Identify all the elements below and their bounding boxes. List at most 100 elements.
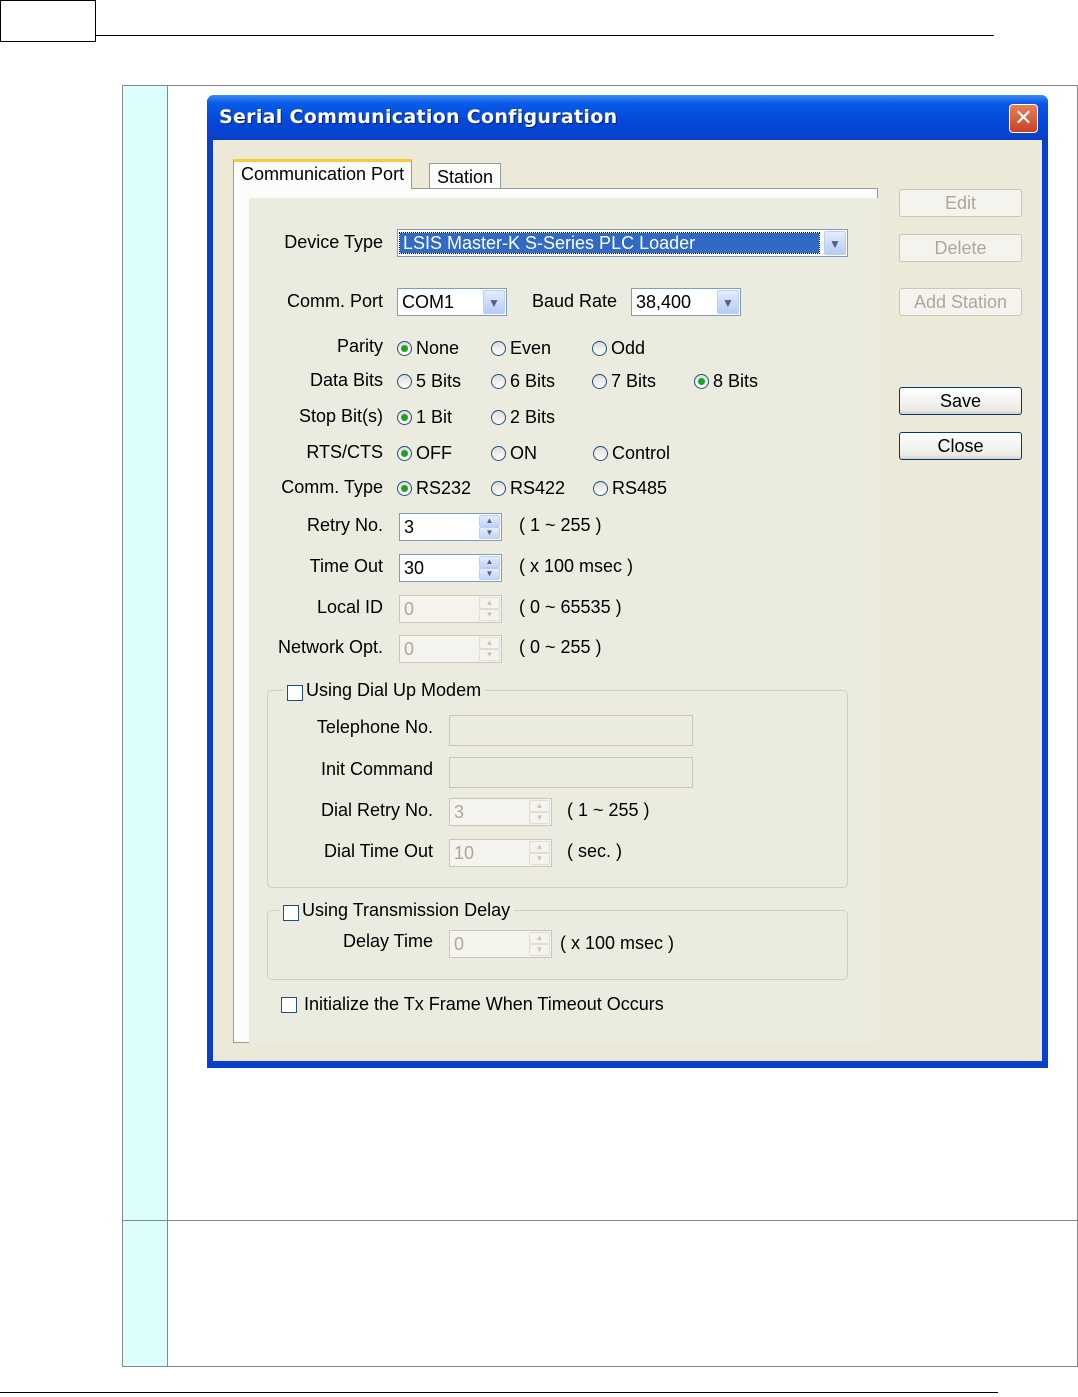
spin-down-icon[interactable]: ▼ <box>479 568 500 580</box>
time-out-range: ( x 100 msec ) <box>519 556 634 576</box>
comm-port-value: COM1 <box>402 292 455 312</box>
dial-timeout-value: 10 <box>454 843 475 863</box>
dial-timeout-stepper[interactable]: 10 ▲ ▼ <box>449 839 552 867</box>
spin-down-icon[interactable]: ▼ <box>529 812 550 824</box>
spin-down-icon[interactable]: ▼ <box>529 853 550 865</box>
rts-cts-label: RTS/CTS <box>306 442 383 462</box>
local-id-range: ( 0 ~ 65535 ) <box>519 597 622 617</box>
network-opt-stepper[interactable]: 0 ▲ ▼ <box>399 635 502 663</box>
add-station-button[interactable]: Add Station <box>899 288 1022 316</box>
serial-config-dialog: Serial Communication Configuration ✕ Com… <box>207 95 1048 1068</box>
delay-time-label: Delay Time <box>342 931 433 951</box>
device-type-label: Device Type <box>284 232 383 252</box>
comm-type-rs485-label: RS485 <box>612 478 668 498</box>
stop-bits-2-label: 2 Bits <box>510 407 556 427</box>
local-id-value: 0 <box>404 599 415 619</box>
telephone-label: Telephone No. <box>316 717 433 737</box>
baud-rate-value: 38,400 <box>636 292 692 312</box>
dial-retry-value: 3 <box>454 802 465 822</box>
title-bar[interactable]: Serial Communication Configuration ✕ <box>207 95 1048 140</box>
delete-button[interactable]: Delete <box>899 234 1022 262</box>
chevron-down-icon[interactable]: ▼ <box>483 290 505 314</box>
time-out-label: Time Out <box>309 556 383 576</box>
parity-even-label: Even <box>510 338 552 358</box>
spin-down-icon[interactable]: ▼ <box>529 944 550 956</box>
footer-rule <box>0 1392 998 1393</box>
delay-time-stepper[interactable]: 0 ▲ ▼ <box>449 930 552 958</box>
parity-label: Parity <box>336 336 383 356</box>
header-rule <box>96 35 994 36</box>
comm-port-select[interactable]: COM1 ▼ <box>397 288 507 316</box>
comm-type-label: Comm. Type <box>281 477 383 497</box>
spin-up-icon[interactable]: ▲ <box>479 556 500 568</box>
delay-time-value: 0 <box>454 934 465 954</box>
edit-button[interactable]: Edit <box>899 189 1022 217</box>
comm-type-rs422-label: RS422 <box>510 478 566 498</box>
stop-bits-1-label: 1 Bit <box>416 407 453 427</box>
dial-retry-range: ( 1 ~ 255 ) <box>567 800 650 820</box>
spin-down-icon[interactable]: ▼ <box>479 527 500 539</box>
data-bits-8-label: 8 Bits <box>713 371 759 391</box>
rts-on-label: ON <box>510 443 537 463</box>
spin-up-icon[interactable]: ▲ <box>529 800 550 812</box>
dial-up-checkbox[interactable] <box>287 685 303 701</box>
table-column-divider <box>167 86 168 1366</box>
retry-no-range: ( 1 ~ 255 ) <box>519 515 602 535</box>
spin-up-icon[interactable]: ▲ <box>479 637 500 649</box>
retry-no-value: 3 <box>404 517 415 537</box>
dial-up-group-title: Using Dial Up Modem <box>283 680 486 701</box>
spin-up-icon[interactable]: ▲ <box>479 515 500 527</box>
dial-timeout-range: ( sec. ) <box>567 841 623 861</box>
spin-up-icon[interactable]: ▲ <box>479 597 500 609</box>
delay-time-range: ( x 100 msec ) <box>560 933 675 953</box>
spin-down-icon[interactable]: ▼ <box>479 609 500 621</box>
dial-timeout-label: Dial Time Out <box>323 841 433 861</box>
spin-up-icon[interactable]: ▲ <box>529 841 550 853</box>
dial-up-checkbox-label: Using Dial Up Modem <box>306 680 482 700</box>
dialog-title: Serial Communication Configuration <box>219 106 618 128</box>
retry-no-label: Retry No. <box>306 515 383 535</box>
init-tx-checkbox[interactable] <box>281 997 297 1013</box>
spin-up-icon[interactable]: ▲ <box>529 932 550 944</box>
tab-communication-port[interactable]: Communication Port <box>233 159 413 189</box>
baud-rate-select[interactable]: 38,400 ▼ <box>631 288 741 316</box>
tx-delay-checkbox-label: Using Transmission Delay <box>302 900 511 920</box>
retry-no-stepper[interactable]: 3 ▲ ▼ <box>399 513 502 541</box>
time-out-stepper[interactable]: 30 ▲ ▼ <box>399 554 502 582</box>
data-bits-6-label: 6 Bits <box>510 371 556 391</box>
dial-retry-label: Dial Retry No. <box>320 800 433 820</box>
network-opt-label: Network Opt. <box>277 637 383 657</box>
spin-down-icon[interactable]: ▼ <box>479 649 500 661</box>
device-type-value: LSIS Master-K S-Series PLC Loader <box>399 232 820 254</box>
time-out-value: 30 <box>404 558 425 578</box>
close-button[interactable]: Close <box>899 432 1022 460</box>
tx-delay-checkbox[interactable] <box>283 905 299 921</box>
rts-control-label: Control <box>612 443 671 463</box>
chevron-down-icon[interactable]: ▼ <box>824 231 846 255</box>
local-id-stepper[interactable]: 0 ▲ ▼ <box>399 595 502 623</box>
table-left-column <box>123 86 167 1366</box>
close-icon[interactable]: ✕ <box>1009 104 1038 133</box>
header-box <box>0 0 96 42</box>
local-id-label: Local ID <box>316 597 383 617</box>
parity-none-label: None <box>416 338 460 358</box>
init-command-label: Init Command <box>320 759 433 779</box>
save-button[interactable]: Save <box>899 387 1022 415</box>
dial-retry-stepper[interactable]: 3 ▲ ▼ <box>449 798 552 826</box>
stop-bits-label: Stop Bit(s) <box>298 406 383 426</box>
dialog-client-area: Communication Port Station Edit Delete A… <box>213 140 1042 1061</box>
telephone-field[interactable] <box>449 715 693 746</box>
tx-delay-group-title: Using Transmission Delay <box>279 900 515 921</box>
device-type-select[interactable]: LSIS Master-K S-Series PLC Loader ▼ <box>397 229 848 257</box>
data-bits-5-label: 5 Bits <box>416 371 462 391</box>
init-tx-checkbox-label: Initialize the Tx Frame When Timeout Occ… <box>304 994 664 1014</box>
table-row-divider <box>123 1220 1077 1221</box>
tab-station[interactable]: Station <box>429 163 502 189</box>
comm-port-label: Comm. Port <box>286 291 383 311</box>
chevron-down-icon[interactable]: ▼ <box>717 290 739 314</box>
network-opt-range: ( 0 ~ 255 ) <box>519 637 602 657</box>
comm-type-rs232-label: RS232 <box>416 478 472 498</box>
data-bits-label: Data Bits <box>309 370 383 390</box>
init-command-field[interactable] <box>449 757 693 788</box>
parity-odd-label: Odd <box>611 338 646 358</box>
